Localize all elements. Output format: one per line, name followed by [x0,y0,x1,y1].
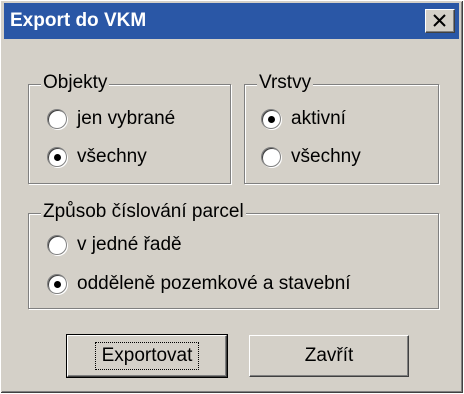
close-window-button[interactable] [425,9,455,33]
title-bar: Export do VKM [4,3,459,39]
radio-objekty-vsechny[interactable]: všechny [47,145,147,169]
radio-button[interactable] [47,109,67,129]
close-button[interactable]: Zavřít [249,335,409,377]
close-icon [433,14,446,27]
export-dialog: Export do VKM Objekty jen vybrané všechn… [0,0,464,394]
radio-label: aktivní [291,108,346,129]
radio-cislovani-jedna-rada[interactable]: v jedné řadě [47,233,182,257]
vrstvy-group [244,84,439,184]
close-button-label: Zavřít [304,345,354,366]
radio-label: v jedné řadě [77,234,182,255]
radio-label: jen vybrané [77,108,176,129]
radio-vrstvy-vsechny[interactable]: všechny [261,145,361,169]
dialog-title: Export do VKM [10,10,147,31]
radio-vrstvy-aktivni[interactable]: aktivní [261,107,346,131]
radio-button[interactable] [47,274,67,294]
radio-button[interactable] [47,235,67,255]
radio-label: všechny [77,146,147,167]
radio-objekty-jen-vybrane[interactable]: jen vybrané [47,107,175,131]
objekty-group [28,84,231,184]
export-button[interactable]: Exportovat [66,334,228,378]
radio-label: všechny [291,146,361,167]
radio-button[interactable] [261,109,281,129]
vrstvy-legend: Vrstvy [257,72,314,93]
radio-button[interactable] [261,147,281,167]
radio-label: odděleně pozemkové a stavební [77,273,351,294]
cislovani-legend: Způsob číslování parcel [41,201,246,222]
export-button-label: Exportovat [94,342,200,370]
objekty-legend: Objekty [41,72,110,93]
radio-button[interactable] [47,147,67,167]
radio-cislovani-oddelene[interactable]: odděleně pozemkové a stavební [47,272,351,296]
